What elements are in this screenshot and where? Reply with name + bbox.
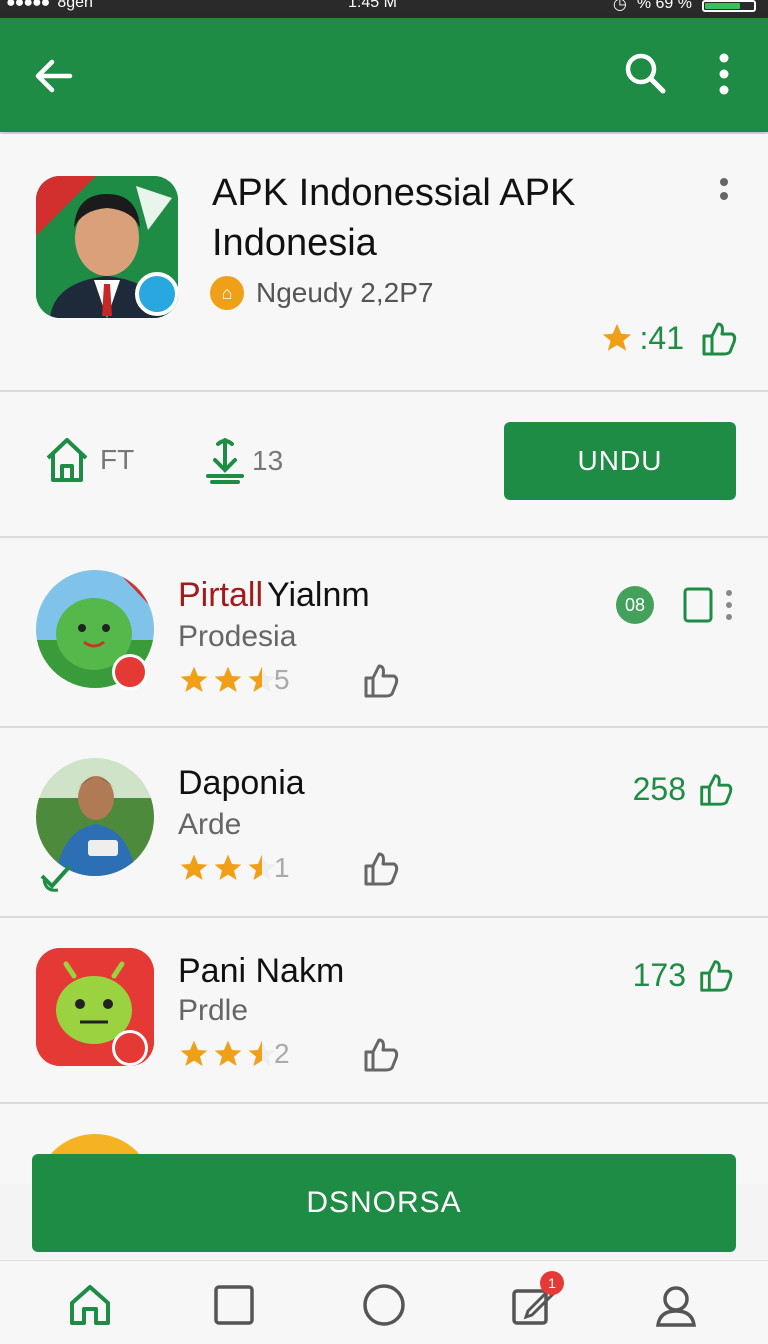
item-count: 173: [632, 956, 686, 993]
like-icon[interactable]: [696, 770, 734, 808]
nav-square-icon[interactable]: [210, 1281, 258, 1329]
bookmark-square-icon[interactable]: [682, 586, 714, 624]
star-rating: 5: [178, 664, 290, 696]
primary-action-button[interactable]: DSNORSA: [32, 1154, 736, 1252]
stat2-label: 13: [252, 445, 284, 476]
stat-downloads: 13: [202, 436, 283, 486]
battery-icon: [702, 0, 756, 12]
like-icon[interactable]: [360, 658, 402, 700]
app-title: APK Indonessial APK Indonesia: [212, 172, 576, 264]
carrier-label: 8gen: [57, 0, 93, 11]
item-right: 173: [633, 956, 734, 994]
signal-icon: ●●●●●: [6, 0, 50, 11]
nav-circle-icon[interactable]: [360, 1281, 408, 1329]
item-count: 258: [632, 770, 686, 807]
stat1-label: FT: [100, 444, 135, 475]
status-right: ◷ % 69 %: [613, 0, 756, 14]
item-subtitle: Arde: [178, 808, 242, 841]
status-bar: ●●●●● 8gen 1:45 M ◷ % 69 %: [0, 0, 768, 18]
item-name: Pani Nakm: [178, 952, 345, 990]
more-vert-icon[interactable]: [706, 50, 742, 98]
item-subtitle: Prodesia: [178, 620, 297, 653]
rating-suffix: 1: [274, 852, 290, 883]
star-icon: [180, 666, 208, 692]
developer-row[interactable]: ⌂ Ngeudy 2,2P7: [210, 276, 433, 310]
star-rating: 1: [178, 852, 290, 884]
rating-row: :41: [600, 318, 738, 358]
more-vert-icon[interactable]: [710, 176, 738, 216]
star-icon: [602, 323, 631, 351]
install-button[interactable]: UNDU: [504, 422, 736, 500]
more-vert-icon[interactable]: [724, 588, 734, 622]
notification-badge: 1: [540, 1271, 564, 1295]
app-header-card: APK Indonessial APK Indonesia ⌂ Ngeudy 2…: [0, 134, 768, 392]
star-rating: 2: [178, 1038, 290, 1070]
nav-profile-icon[interactable]: [652, 1281, 700, 1329]
download-icon: [206, 438, 244, 484]
search-icon[interactable]: [620, 48, 670, 98]
status-left: ●●●●● 8gen: [6, 0, 93, 12]
rating-suffix: 2: [274, 1038, 290, 1069]
arrow-left-icon[interactable]: [30, 52, 78, 100]
battery-percent: % 69 %: [636, 0, 692, 12]
developer-name: Ngeudy 2,2P7: [256, 277, 434, 308]
rating-suffix: 5: [274, 664, 290, 695]
star-icon: [214, 1040, 242, 1066]
item-name-suffix: Yialnm: [267, 576, 370, 614]
bottom-nav: 1: [0, 1260, 768, 1344]
app-logo-image: [36, 176, 178, 318]
alarm-icon: ◷: [612, 0, 627, 13]
count-badge: 08: [616, 586, 654, 624]
battery-fill: [705, 3, 740, 9]
like-icon[interactable]: [696, 956, 734, 994]
list-item[interactable]: Pirtall Yialnm Prodesia 5 08: [0, 540, 768, 728]
home-icon: [46, 438, 88, 482]
app-list: Pirtall Yialnm Prodesia 5 08 Daponia Ard…: [0, 540, 768, 1194]
star-icon: [180, 1040, 208, 1066]
star-icon: [214, 854, 242, 880]
item-right: 08: [616, 586, 734, 624]
star-icon: [180, 854, 208, 880]
featured-badge-icon: [112, 654, 148, 690]
like-icon[interactable]: [698, 318, 738, 358]
nav-edit-item[interactable]: 1: [510, 1271, 564, 1329]
like-icon[interactable]: [360, 846, 402, 888]
developer-badge-icon: ⌂: [210, 276, 244, 310]
nav-home-icon[interactable]: [66, 1281, 114, 1329]
clock: 1:45 M: [348, 0, 397, 11]
item-name: Daponia: [178, 764, 305, 802]
app-icon[interactable]: [36, 176, 178, 318]
item-subtitle: Prdle: [178, 994, 249, 1027]
list-item[interactable]: Daponia Arde 1 258: [0, 728, 768, 918]
item-right: 258: [633, 770, 734, 808]
list-item[interactable]: Pani Nakm Prdle 2 173: [0, 918, 768, 1104]
app-bar: [0, 18, 768, 132]
featured-badge-icon: [112, 1030, 148, 1066]
like-icon[interactable]: [360, 1032, 402, 1074]
stat-home: FT: [44, 436, 134, 484]
stats-row: FT 13 UNDU: [0, 392, 768, 538]
item-name-prefix: Pirtall: [178, 576, 264, 614]
item-name: Pirtall Yialnm: [178, 576, 370, 615]
rating-value: :41: [639, 319, 684, 356]
star-icon: [214, 666, 242, 692]
verified-check-icon: [40, 864, 72, 892]
